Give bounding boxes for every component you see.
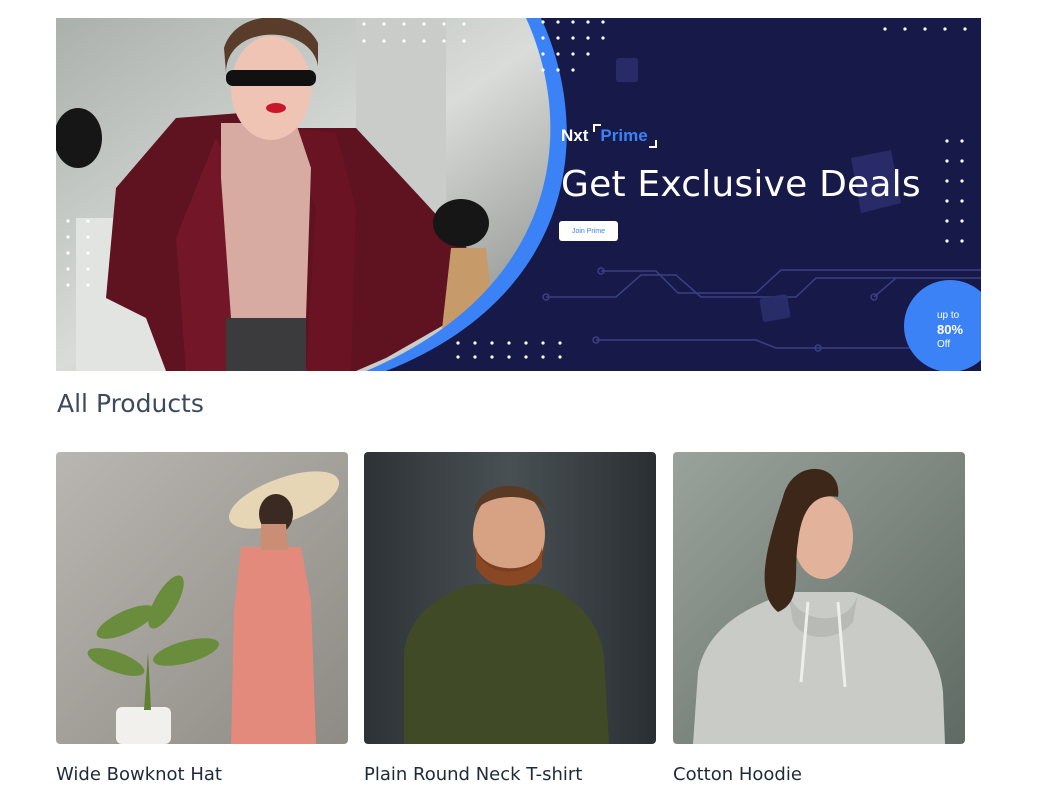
product-image[interactable] bbox=[673, 452, 965, 744]
product-card[interactable]: Cotton Hoodie bbox=[673, 452, 965, 785]
section-title: All Products bbox=[57, 389, 204, 418]
product-image[interactable] bbox=[364, 452, 656, 744]
product-title[interactable]: Cotton Hoodie bbox=[673, 764, 965, 785]
brand-logo: Nxt Prime bbox=[561, 124, 657, 148]
promo-banner[interactable]: Nxt Prime Get Exclusive Deals Join Prime… bbox=[56, 18, 981, 371]
product-card[interactable]: Plain Round Neck T-shirt bbox=[364, 452, 656, 785]
offer-prefix: up to bbox=[937, 310, 960, 321]
product-image[interactable] bbox=[56, 452, 348, 744]
product-card[interactable]: Wide Bowknot Hat bbox=[56, 452, 348, 785]
join-prime-button[interactable]: Join Prime bbox=[559, 221, 618, 241]
offer-value: 80% bbox=[937, 322, 964, 337]
brand-name: Nxt bbox=[561, 126, 589, 145]
brand-accent: Prime bbox=[593, 124, 657, 148]
product-title[interactable]: Wide Bowknot Hat bbox=[56, 764, 348, 785]
banner-headline: Get Exclusive Deals bbox=[561, 164, 921, 205]
offer-badge: up to 80% Off bbox=[904, 280, 981, 371]
offer-suffix: Off bbox=[937, 339, 951, 350]
product-title[interactable]: Plain Round Neck T-shirt bbox=[364, 764, 656, 785]
